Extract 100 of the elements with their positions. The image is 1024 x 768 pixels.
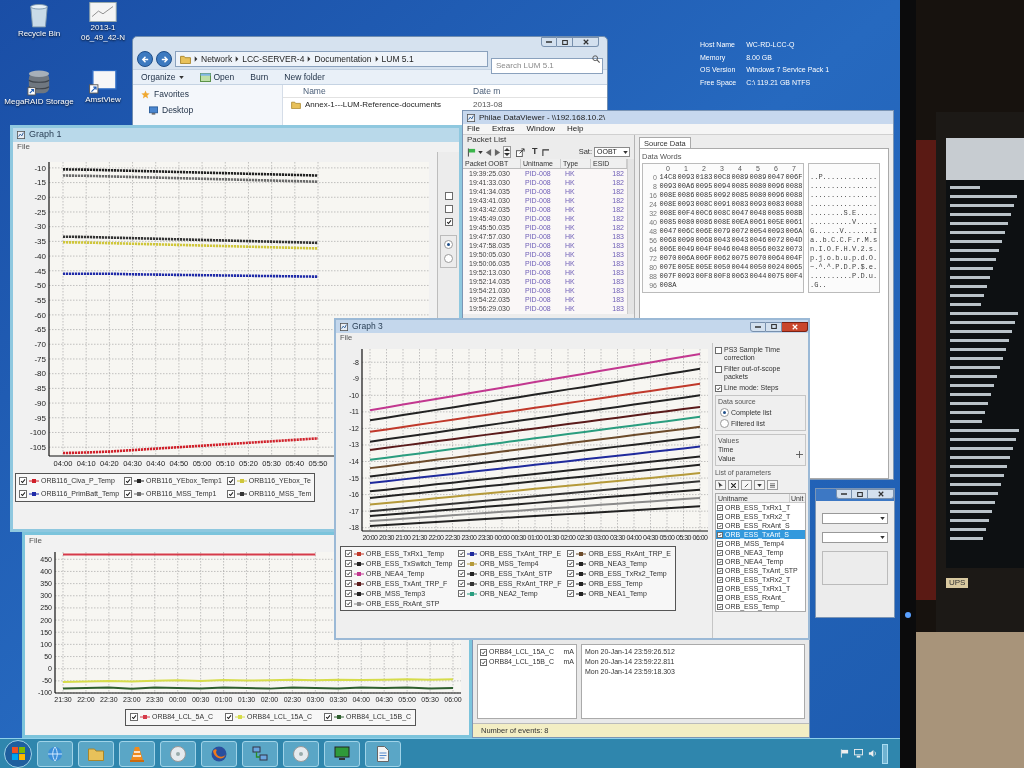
checkbox[interactable] [444, 205, 453, 213]
checkbox[interactable] [567, 590, 575, 597]
checkbox[interactable] [480, 658, 487, 666]
close-button[interactable] [868, 489, 894, 499]
checkbox[interactable] [458, 570, 466, 577]
checkbox[interactable] [717, 513, 723, 520]
back-button[interactable] [137, 51, 153, 67]
address-bar[interactable]: Network LCC-SERVER-4 Documentation LUM 5.1 [175, 51, 488, 67]
toolbar-button[interactable]: New folder [284, 70, 325, 84]
checkbox[interactable] [717, 603, 723, 610]
checkbox[interactable] [458, 560, 466, 567]
checkbox[interactable] [715, 347, 722, 354]
checkbox[interactable] [345, 590, 352, 597]
taskbar-button[interactable] [37, 740, 73, 767]
column-header[interactable]: Date m [473, 84, 501, 98]
checkbox[interactable] [19, 489, 27, 498]
taskbar-button[interactable] [201, 740, 237, 767]
breadcrumb-item[interactable]: LCC-SERVER-4 [242, 52, 305, 66]
menu-item[interactable]: File [467, 123, 480, 135]
breadcrumb-item[interactable]: Documentation [314, 52, 372, 66]
checkbox[interactable] [717, 585, 723, 592]
checkbox[interactable] [345, 570, 352, 577]
checkbox[interactable] [717, 549, 723, 556]
tool-button[interactable] [728, 480, 739, 490]
close-button[interactable] [573, 37, 599, 47]
tool-button[interactable] [467, 147, 476, 157]
checkbox[interactable] [717, 522, 723, 529]
checkbox[interactable] [458, 580, 466, 587]
toolbar-button[interactable]: Burn [250, 70, 269, 84]
tool-button[interactable] [516, 147, 525, 157]
checkbox[interactable] [717, 540, 723, 547]
nav-item[interactable]: Desktop [141, 103, 282, 117]
checkbox[interactable] [717, 558, 723, 565]
checkbox[interactable] [717, 594, 723, 601]
maximize-button[interactable] [852, 489, 868, 499]
toolbar-button[interactable]: Organize [141, 70, 184, 84]
breadcrumb-item[interactable]: LUM 5.1 [381, 52, 414, 66]
checkbox[interactable] [19, 477, 27, 486]
taskbar-button[interactable] [160, 740, 196, 767]
checkbox[interactable] [717, 504, 723, 511]
checkbox[interactable] [226, 477, 235, 486]
checkbox[interactable] [715, 366, 722, 373]
radio-button[interactable] [444, 254, 453, 263]
forward-button[interactable] [156, 51, 172, 67]
checkbox[interactable] [717, 567, 723, 574]
tool-button[interactable] [715, 480, 726, 490]
checkbox[interactable] [567, 580, 575, 587]
checkbox[interactable] [130, 713, 138, 722]
breadcrumb-item[interactable]: Network [201, 52, 233, 66]
search-field[interactable]: Search LUM 5.1 [491, 57, 603, 74]
checkbox[interactable] [567, 570, 575, 577]
toolbar-button[interactable]: Open [199, 70, 235, 84]
checkbox[interactable] [444, 218, 453, 226]
text-tool-button[interactable]: T [530, 145, 540, 159]
close-button[interactable] [782, 321, 808, 332]
minimize-button[interactable] [750, 321, 766, 332]
file-name[interactable]: Annex-1---LUM-Reference-documents [305, 98, 442, 111]
checkbox[interactable] [226, 489, 235, 498]
checkbox[interactable] [458, 550, 466, 557]
checkbox[interactable] [567, 550, 575, 557]
taskbar-button[interactable] [283, 740, 319, 767]
checkbox[interactable] [717, 531, 723, 538]
checkbox[interactable] [715, 385, 722, 392]
minimize-button[interactable] [836, 489, 852, 499]
checkbox[interactable] [225, 713, 234, 722]
maximize-button[interactable] [766, 321, 782, 332]
checkbox[interactable] [345, 550, 352, 557]
taskbar-button[interactable] [119, 740, 155, 767]
checkbox[interactable] [124, 477, 133, 486]
nav-item[interactable]: Favorites [141, 88, 282, 101]
radio-button[interactable] [444, 240, 453, 249]
taskbar-button[interactable] [365, 740, 401, 767]
checkbox[interactable] [480, 648, 487, 656]
menu-item[interactable]: Help [567, 123, 584, 135]
checkbox[interactable] [324, 713, 333, 722]
checkbox[interactable] [345, 580, 352, 587]
spin-button[interactable] [503, 146, 511, 158]
dropdown-field[interactable] [822, 532, 888, 543]
menu-item[interactable]: File [17, 141, 30, 153]
column-header[interactable]: Name [283, 84, 473, 98]
checkbox[interactable] [717, 576, 723, 583]
checkbox[interactable] [345, 600, 352, 607]
maximize-button[interactable] [557, 37, 573, 47]
taskbar-button[interactable] [242, 740, 278, 767]
radio-button[interactable] [720, 408, 729, 417]
menu-item[interactable]: Window [526, 123, 555, 135]
checkbox[interactable] [458, 590, 466, 597]
checkbox[interactable] [124, 489, 133, 498]
start-button[interactable] [4, 739, 32, 768]
tool-button[interactable] [754, 480, 765, 490]
checkbox[interactable] [444, 192, 453, 200]
radio-button[interactable] [720, 419, 729, 428]
taskbar-button[interactable] [78, 740, 114, 767]
taskbar-button[interactable] [324, 740, 360, 767]
minimize-button[interactable] [541, 37, 557, 47]
scrollbar[interactable] [627, 159, 634, 314]
checkbox[interactable] [567, 560, 575, 567]
menu-item[interactable]: File [29, 534, 42, 547]
dropdown-field[interactable] [822, 513, 888, 524]
menu-item[interactable]: Extras [491, 123, 515, 135]
